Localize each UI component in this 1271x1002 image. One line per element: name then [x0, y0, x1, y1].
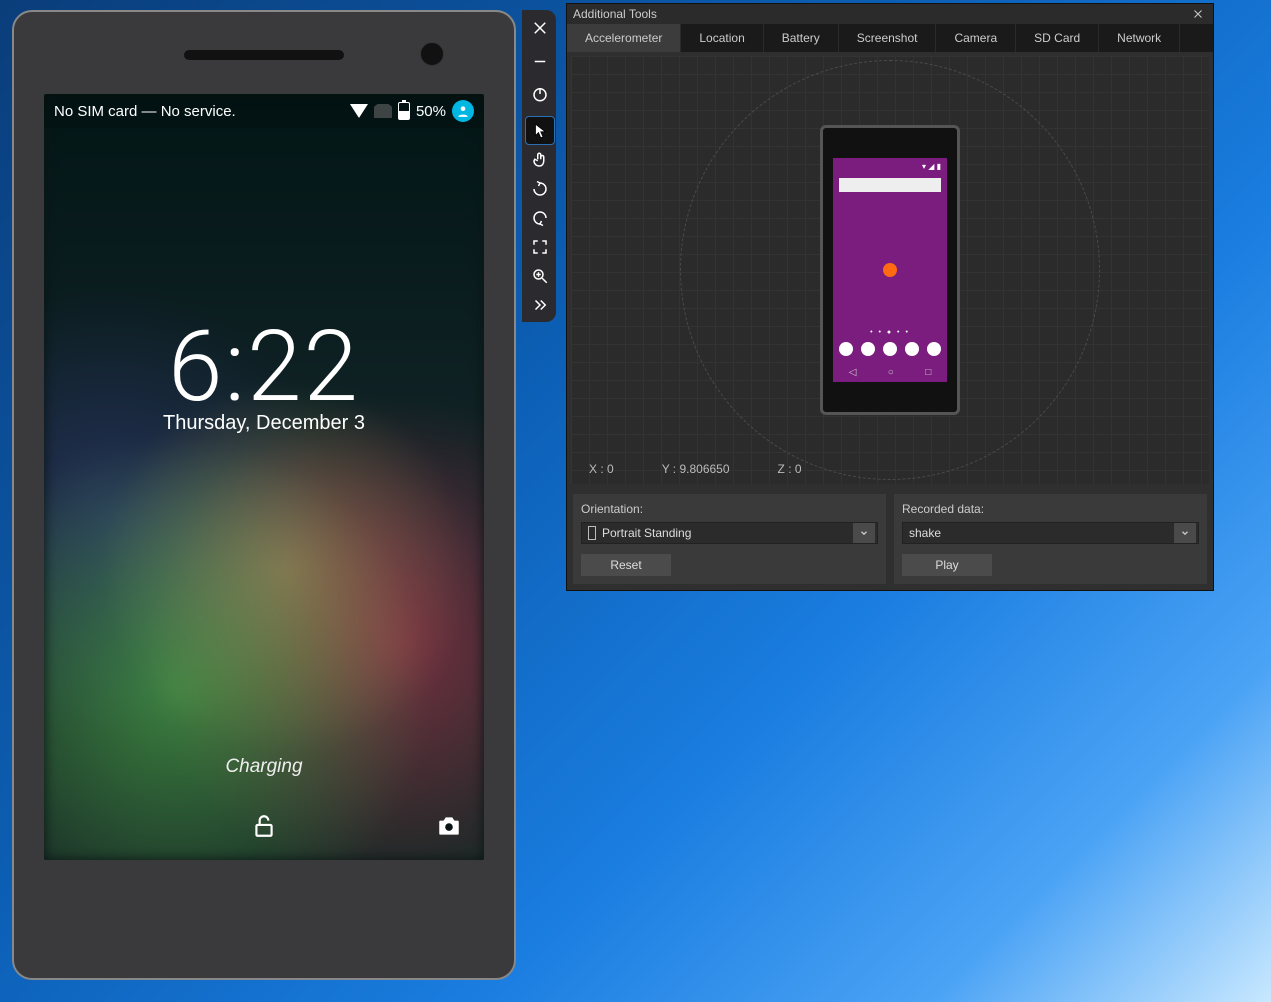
tools-expand-button[interactable] [526, 291, 554, 318]
lockscreen-date: Thursday, December 3 [44, 412, 484, 435]
multi-touch-input-button[interactable] [526, 146, 554, 173]
tools-tabs: Accelerometer Location Battery Screensho… [567, 24, 1213, 52]
tab-sd-card[interactable]: SD Card [1016, 24, 1099, 52]
accel-x: X : 0 [589, 462, 614, 476]
android-status-bar[interactable]: No SIM card — No service. 50% [44, 94, 484, 128]
recorded-data-value: shake [909, 526, 941, 540]
accel-y: Y : 9.806650 [662, 462, 730, 476]
accelerometer-canvas[interactable]: ▾ ◢ ▮ • • ● • • ◁○□ X : 0 Y : 9.806650 Z… [571, 56, 1209, 484]
tab-battery[interactable]: Battery [764, 24, 839, 52]
accelerometer-phone-preview[interactable]: ▾ ◢ ▮ • • ● • • ◁○□ [820, 125, 960, 415]
sd-card-disabled-icon [374, 104, 392, 118]
mini-status-icons-icon: ▾ ◢ ▮ [922, 162, 941, 171]
rotate-right-button[interactable] [526, 204, 554, 231]
orientation-label: Orientation: [581, 502, 878, 516]
play-button[interactable]: Play [902, 554, 992, 576]
charging-label: Charging [44, 756, 484, 778]
user-avatar-icon[interactable] [452, 100, 474, 122]
recorded-data-panel: Recorded data: shake Play [894, 494, 1207, 584]
chevron-down-icon [1174, 523, 1196, 543]
mini-page-indicator: • • ● • • [833, 329, 947, 336]
power-button[interactable] [526, 80, 554, 107]
battery-percent: 50% [416, 103, 446, 120]
recorded-data-dropdown[interactable]: shake [902, 522, 1199, 544]
status-no-service: No SIM card — No service. [54, 103, 350, 120]
battery-icon [398, 102, 410, 120]
single-point-input-button[interactable] [526, 117, 554, 144]
wifi-icon [350, 104, 368, 118]
fit-to-screen-button[interactable] [526, 233, 554, 260]
mini-nav-bar: ◁○□ [833, 367, 947, 378]
rotate-left-button[interactable] [526, 175, 554, 202]
mini-dock-icons [833, 342, 947, 356]
orientation-dropdown[interactable]: Portrait Standing [581, 522, 878, 544]
chevron-down-icon [853, 523, 875, 543]
emulator-phone-frame: No SIM card — No service. 50% 6:22 Thurs… [12, 10, 516, 980]
tab-network[interactable]: Network [1099, 24, 1180, 52]
accel-z: Z : 0 [778, 462, 802, 476]
tools-window-title: Additional Tools [573, 7, 657, 21]
lockscreen-clock: 6:22 [44, 309, 484, 424]
tools-titlebar[interactable]: Additional Tools [567, 4, 1213, 24]
mini-search-bar [839, 178, 941, 192]
orientation-value: Portrait Standing [602, 526, 691, 540]
tools-bottom-panels: Orientation: Portrait Standing Reset Rec… [567, 488, 1213, 590]
phone-front-camera [420, 42, 444, 66]
zoom-button[interactable] [526, 262, 554, 289]
orientation-panel: Orientation: Portrait Standing Reset [573, 494, 886, 584]
accelerometer-ball-icon [883, 263, 897, 277]
accelerometer-coords: X : 0 Y : 9.806650 Z : 0 [589, 462, 802, 476]
tab-location[interactable]: Location [681, 24, 763, 52]
emulator-toolbar [522, 10, 556, 322]
status-icons: 50% [350, 100, 474, 122]
tools-close-button[interactable] [1189, 5, 1207, 23]
phone-speaker [184, 50, 344, 60]
tab-camera[interactable]: Camera [936, 24, 1016, 52]
emulator-screen[interactable]: No SIM card — No service. 50% 6:22 Thurs… [44, 94, 484, 860]
recorded-data-label: Recorded data: [902, 502, 1199, 516]
tab-screenshot[interactable]: Screenshot [839, 24, 937, 52]
minimize-button[interactable] [526, 43, 554, 70]
reset-button[interactable]: Reset [581, 554, 671, 576]
tab-accelerometer[interactable]: Accelerometer [567, 24, 681, 52]
wallpaper [44, 94, 484, 860]
additional-tools-window: Additional Tools Accelerometer Location … [566, 3, 1214, 591]
unlock-icon[interactable] [251, 826, 277, 843]
phone-portrait-icon [588, 526, 596, 540]
close-button[interactable] [526, 14, 554, 41]
